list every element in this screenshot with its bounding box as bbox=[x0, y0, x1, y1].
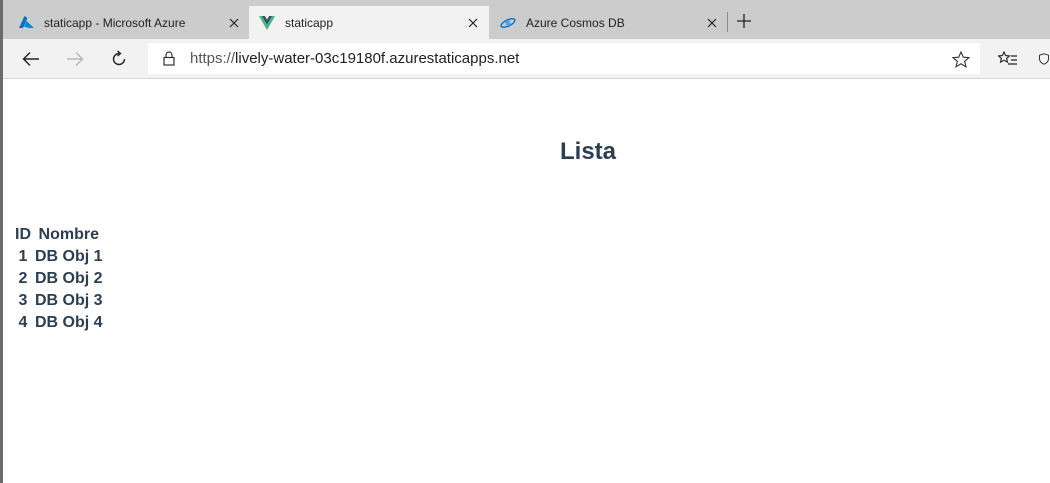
table-row: 1 DB Obj 1 bbox=[14, 246, 104, 268]
close-icon[interactable] bbox=[704, 15, 720, 31]
window-border bbox=[0, 0, 3, 483]
refresh-icon[interactable] bbox=[107, 47, 131, 71]
cell-id: 1 bbox=[18, 248, 28, 265]
close-icon[interactable] bbox=[465, 15, 481, 31]
tab-staticapp[interactable]: staticapp bbox=[249, 6, 489, 39]
cell-nombre: DB Obj 4 bbox=[35, 314, 103, 331]
table-header-row: ID Nombre bbox=[14, 224, 104, 246]
tab-title: staticapp bbox=[285, 15, 334, 30]
page-content: Lista ID Nombre 1 DB Obj 1 2 DB Obj 2 3 bbox=[3, 79, 1050, 483]
lock-icon[interactable] bbox=[162, 51, 176, 67]
cell-nombre: DB Obj 2 bbox=[35, 270, 103, 287]
tab-title: Azure Cosmos DB bbox=[526, 15, 625, 30]
table-row: 4 DB Obj 4 bbox=[14, 312, 104, 334]
url-scheme: https:// bbox=[190, 50, 236, 67]
table-row: 3 DB Obj 3 bbox=[14, 290, 104, 312]
forward-arrow-icon[interactable] bbox=[63, 47, 87, 71]
cell-nombre: DB Obj 3 bbox=[35, 292, 103, 309]
extension-icon[interactable] bbox=[1038, 47, 1050, 71]
cell-id: 4 bbox=[18, 314, 28, 331]
star-icon[interactable] bbox=[952, 50, 970, 68]
close-icon[interactable] bbox=[226, 15, 242, 31]
cell-nombre: DB Obj 1 bbox=[35, 248, 103, 265]
tab-strip: staticapp - Microsoft Azure staticapp Az… bbox=[0, 0, 1050, 39]
url-host: lively-water-03c19180f.azurestaticapps.n… bbox=[235, 50, 520, 67]
azure-logo-icon bbox=[18, 15, 34, 31]
back-arrow-icon[interactable] bbox=[19, 47, 43, 71]
cell-id: 3 bbox=[18, 292, 28, 309]
items-table: ID Nombre 1 DB Obj 1 2 DB Obj 2 3 DB Obj… bbox=[12, 224, 106, 334]
cosmos-db-icon bbox=[500, 15, 516, 31]
tab-azure-portal[interactable]: staticapp - Microsoft Azure bbox=[0, 6, 248, 39]
tab-separator bbox=[727, 12, 728, 32]
navigation-toolbar: https://lively-water-03c19180f.azurestat… bbox=[0, 39, 1050, 79]
browser-window: staticapp - Microsoft Azure staticapp Az… bbox=[0, 0, 1050, 483]
page-title: Lista bbox=[559, 138, 616, 165]
address-bar[interactable]: https://lively-water-03c19180f.azurestat… bbox=[148, 43, 980, 74]
tab-title: staticapp - Microsoft Azure bbox=[44, 15, 186, 30]
tab-cosmos-db[interactable]: Azure Cosmos DB bbox=[490, 6, 726, 39]
table-row: 2 DB Obj 2 bbox=[14, 268, 104, 290]
column-header-id: ID bbox=[15, 226, 31, 243]
column-header-nombre: Nombre bbox=[38, 226, 99, 243]
url-text[interactable]: https://lively-water-03c19180f.azurestat… bbox=[190, 50, 519, 67]
vue-logo-icon bbox=[259, 15, 275, 31]
new-tab-icon[interactable] bbox=[734, 11, 754, 31]
favorites-icon[interactable] bbox=[996, 47, 1020, 71]
cell-id: 2 bbox=[18, 270, 28, 287]
